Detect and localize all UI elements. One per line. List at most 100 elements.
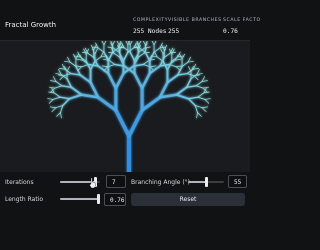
tree-branch: [50, 87, 56, 93]
tree-branch: [64, 60, 71, 63]
tree-branch: [75, 65, 82, 68]
tree-branch: [107, 51, 114, 62]
tree-branch: [70, 86, 83, 96]
stat-scale-factor-value: 0.76: [223, 28, 238, 35]
tree-branch: [59, 68, 66, 70]
tree-branch: [204, 98, 211, 100]
tree-branch: [76, 58, 83, 61]
tree-branch: [69, 61, 77, 67]
tree-branch: [108, 59, 116, 65]
tree-branch: [195, 81, 203, 87]
tree-branch: [51, 107, 57, 113]
tree-branch: [50, 80, 57, 82]
tree-branch: [153, 47, 161, 53]
branching-angle-slider-fill: [188, 181, 206, 183]
tree-branch: [73, 53, 77, 60]
tree-branch: [127, 108, 144, 138]
tree-branch: [94, 48, 98, 55]
stat-visible-branches-value: 255: [168, 28, 180, 35]
tree-branch: [100, 51, 104, 58]
tree-branch: [196, 112, 198, 119]
tree-branch: [197, 112, 202, 117]
tree-branch: [53, 92, 61, 98]
length-ratio-slider-thumb[interactable]: [96, 194, 100, 204]
tree-branch: [201, 80, 208, 82]
tree-branch: [129, 41, 133, 46]
tree-branch: [151, 41, 155, 46]
length-ratio-slider-fill: [60, 198, 98, 200]
tree-branch: [192, 68, 199, 70]
iterations-input[interactable]: 7: [106, 175, 126, 188]
tree-branch: [123, 47, 131, 53]
tree-branch: [140, 95, 162, 112]
tree-branch: [129, 51, 136, 62]
tree-branch: [153, 41, 157, 46]
tree-branch: [114, 72, 125, 90]
tree-branch: [163, 52, 171, 58]
tree-branch: [97, 47, 105, 53]
tree-branch: [101, 65, 109, 68]
stat-visible-branches-label: VISIBLE BRANCHES: [168, 18, 222, 23]
tree-branch: [201, 76, 205, 82]
iterations-label: Iterations: [5, 179, 34, 186]
tree-branch: [53, 76, 57, 82]
length-ratio-label: Length Ratio: [5, 196, 44, 203]
tree-branch: [202, 86, 209, 89]
tree-branch: [149, 65, 157, 68]
tree-branch: [56, 112, 61, 117]
tree-branch: [156, 56, 164, 62]
tree-branch: [175, 58, 182, 61]
tree-branch: [201, 106, 209, 109]
tree-branch: [57, 74, 65, 77]
branching-angle-input[interactable]: 55: [228, 175, 247, 188]
tree-branch: [92, 46, 99, 49]
stat-complexity-label: COMPLEXITY: [133, 18, 169, 23]
tree-branch: [175, 93, 190, 100]
tree-branch: [140, 72, 151, 90]
tree-branch: [133, 72, 144, 90]
tree-branch: [74, 55, 81, 58]
branching-angle-slider-thumb[interactable]: [204, 177, 208, 187]
tree-branch: [197, 96, 206, 100]
tree-branch: [142, 41, 146, 46]
tree-branch: [55, 81, 63, 87]
tree-branch: [116, 41, 120, 46]
tree-branch: [103, 66, 109, 72]
length-ratio-slider[interactable]: [60, 194, 100, 204]
reset-button[interactable]: Reset: [131, 193, 245, 206]
tree-branch: [52, 96, 61, 100]
app-title: Fractal Growth: [5, 21, 57, 29]
tree-branch: [68, 93, 83, 100]
tree-branch: [77, 66, 82, 72]
branching-angle-slider[interactable]: [188, 177, 224, 187]
tree-branch: [97, 65, 110, 75]
tree-branch: [137, 52, 145, 58]
stat-scale-factor-label: SCALE FACTO: [223, 18, 261, 23]
tree-branch: [166, 74, 179, 84]
tree-branch: [59, 96, 71, 100]
tree-branch: [201, 107, 207, 113]
tree-branch: [101, 41, 105, 46]
tree-branch: [187, 60, 194, 63]
tree-branch: [60, 112, 62, 119]
tree-branch: [154, 51, 158, 58]
tree-branch: [87, 52, 95, 58]
tree-branch: [166, 60, 173, 71]
tree-branch: [196, 73, 203, 75]
tree-branch: [85, 60, 92, 71]
tree-branch: [181, 53, 185, 60]
tree-branch: [197, 92, 205, 98]
tree-branch: [48, 99, 54, 104]
tree-branch: [103, 41, 107, 46]
tree-branch: [204, 99, 210, 104]
tree-branch: [122, 51, 129, 62]
length-ratio-input[interactable]: 0.76: [104, 193, 126, 206]
tree-branch: [203, 87, 207, 94]
tree-branch: [49, 86, 56, 89]
branching-angle-label: Branching Angle (°): [131, 179, 191, 186]
tree-branch: [62, 97, 71, 107]
tree-branch: [107, 72, 118, 90]
tree-branch: [113, 52, 121, 58]
tree-branch: [181, 61, 189, 67]
tree-branch: [67, 56, 71, 63]
